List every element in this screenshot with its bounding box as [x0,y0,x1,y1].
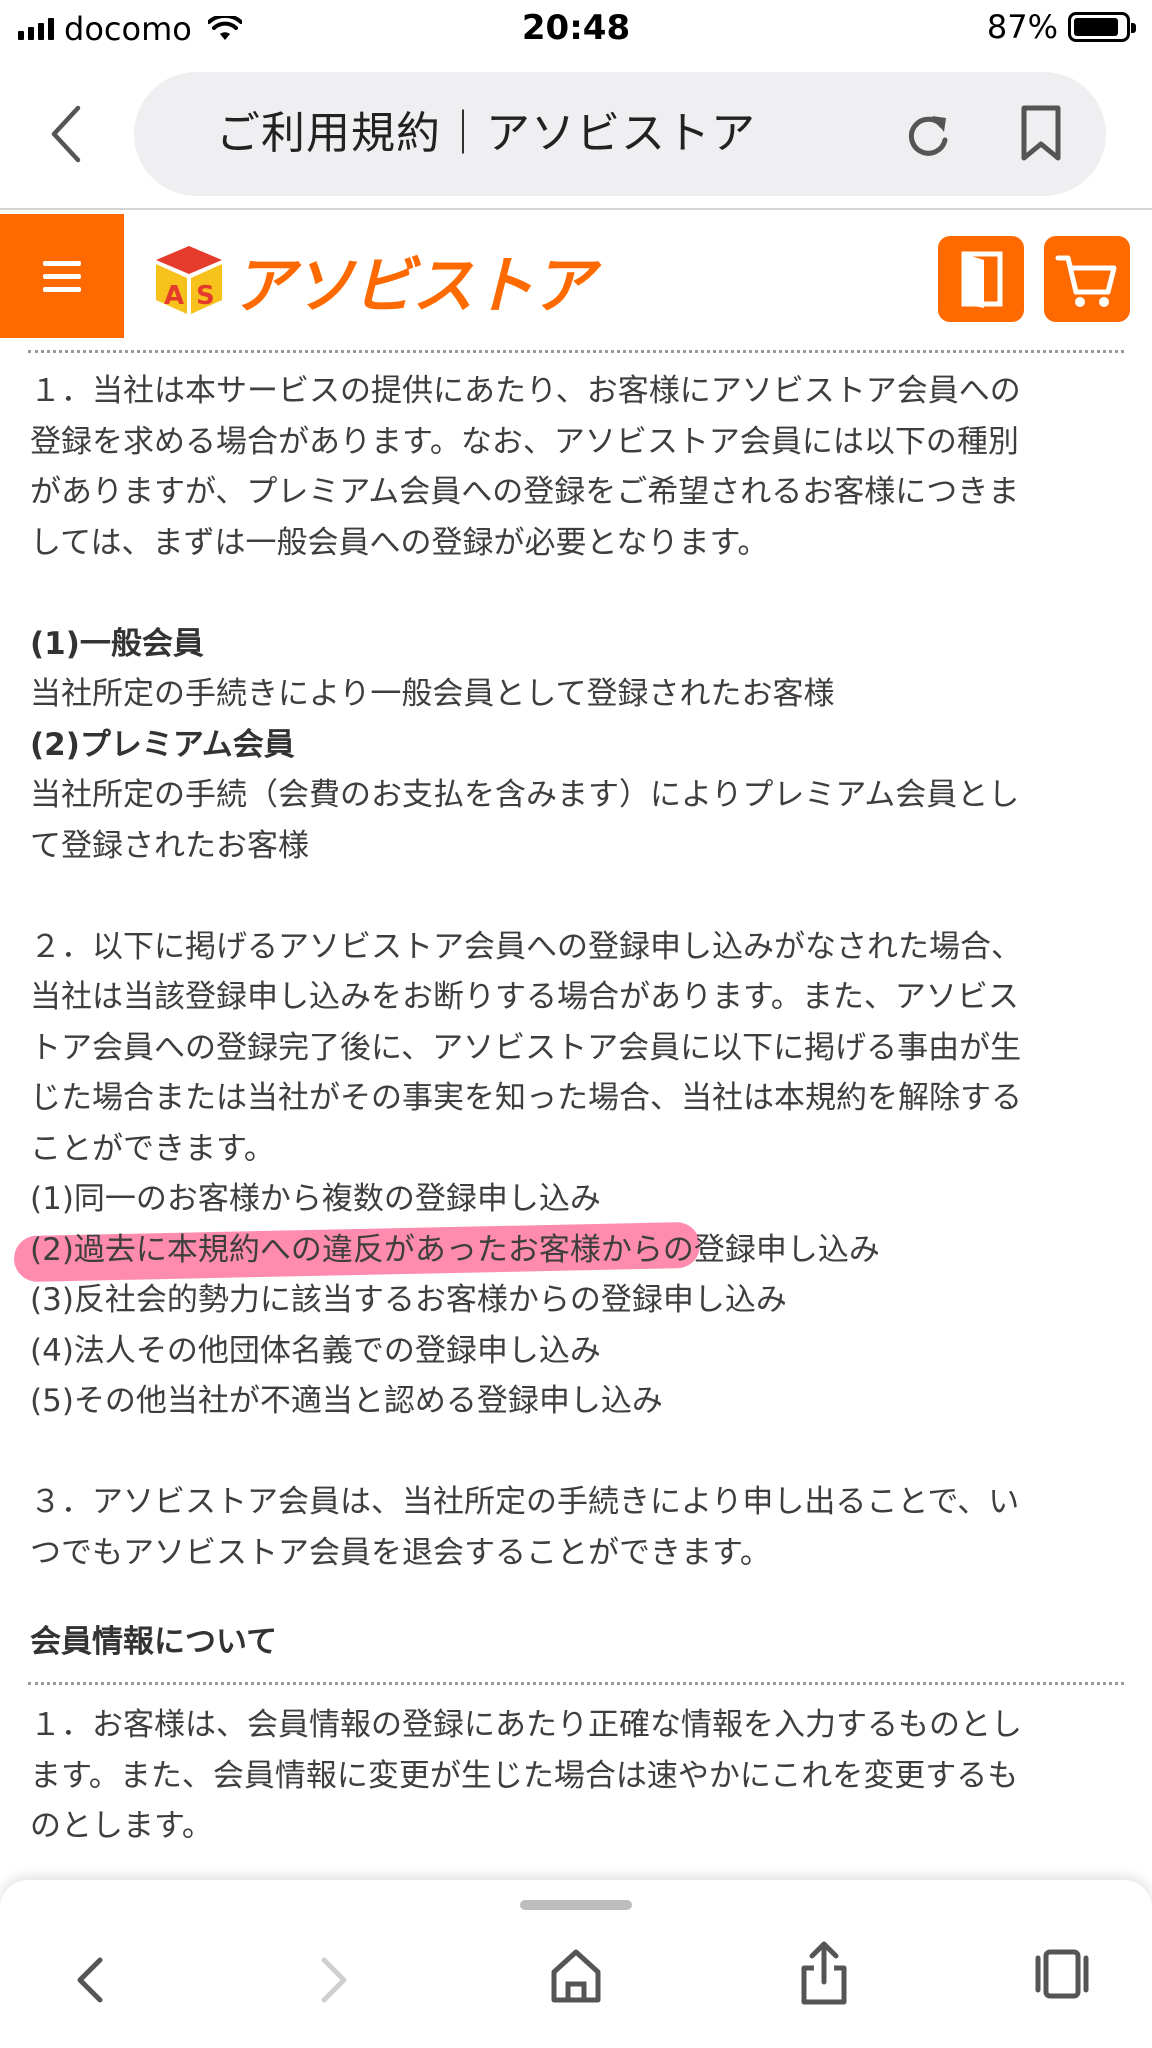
home-icon[interactable] [548,1946,604,2006]
browser-back-icon[interactable] [44,102,88,166]
share-icon[interactable] [798,1938,850,2008]
tabs-icon[interactable] [1032,1946,1092,2002]
reload-icon[interactable] [902,110,954,162]
premium-member-desc: て登録されたお客様 [30,827,309,864]
divider [28,350,1124,353]
general-member-title: (1)一般会員 [30,625,204,662]
terms-para2-line: トア会員への登録完了後に、アソビストア会員に以下に掲げる事由が生 [30,1029,1022,1066]
refusal-item: (4)法人その他団体名義での登録申し込み [30,1332,601,1369]
terms-para1-line: 登録を求める場合があります。なお、アソビストア会員には以下の種別 [30,423,1019,460]
terms-para2-line: 当社は当該登録申し込みをお断りする場合があります。また、アソビス [30,979,1019,1015]
terms-para1-line: がありますが、プレミアム会員への登録をご希望されるお客様につきま [30,474,1020,510]
member-info-line: のとします。 [30,1808,213,1844]
terms-para3-line: ３．アソビストア会員は、当社所定の手続きにより申し出ることで、い [30,1484,1020,1520]
site-logo[interactable]: A S アソビストア [150,242,594,322]
svg-text:A: A [164,281,184,311]
refusal-item-text: (2)過去に本規約への違反があったお客様からの登録申し込み [30,1231,880,1268]
battery-percent: 87% [986,8,1058,46]
logo-cube-icon: A S [156,246,222,314]
terms-para2-line: じた場合または当社がその事実を知った場合、当社は本規約を解除する [30,1080,1022,1116]
browser-toolbar [0,1880,1152,2048]
premium-member-desc: 当社所定の手続（会費のお支払を含みます）によりプレミアム会員とし [30,777,1020,813]
divider [28,1682,1124,1685]
door-icon [961,251,1003,308]
terms-para2-line: ことができます。 [30,1130,275,1167]
member-info-line: １．お客様は、会員情報の登録にあたり正確な情報を入力するものとし [30,1707,1022,1743]
page-title: ご利用規約｜アソビストア [216,108,756,159]
bookmark-icon[interactable] [1018,104,1064,162]
refusal-item: (3)反社会的勢力に該当するお客様からの登録申し込み [30,1282,787,1318]
terms-para2-line: ２．以下に掲げるアソビストア会員への登録申し込みがなされた場合、 [30,928,1022,965]
logo-text: アソビストア [232,249,594,322]
premium-member-title: (2)プレミアム会員 [30,726,295,763]
forward-icon[interactable] [314,1952,354,2008]
refusal-item-highlighted: (2)過去に本規約への違反があったお客様からの登録申し込み [13,1221,1130,1282]
refusal-item: (5)その他当社が不適当と認める登録申し込み [30,1383,663,1419]
section-title-member-info: 会員情報について [30,1624,278,1660]
site-header: A S アソビストア [0,212,1152,340]
general-member-desc: 当社所定の手続きにより一般会員として登録されたお客様 [30,676,835,712]
member-info-line: ます。また、会員情報に変更が生じた場合は速やかにこれを変更するも [30,1757,1019,1794]
refusal-item: (1)同一のお客様から複数の登録申し込み [30,1181,601,1217]
cart-button[interactable] [1044,236,1130,322]
terms-para1-line: しては、まずは一般会員への登録が必要となります。 [30,524,769,561]
terms-para1-line: １．当社は本サービスの提供にあたり、お客様にアソビストア会員への [30,373,1021,409]
back-icon[interactable] [70,1952,110,2008]
terms-para3-line: つでもアソビストア会員を退会することができます。 [30,1534,771,1571]
login-button[interactable] [938,236,1024,322]
hamburger-menu-button[interactable] [0,214,124,338]
browser-address-bar: ご利用規約｜アソビストア [0,58,1152,210]
terms-content: １．当社は本サービスの提供にあたり、お客様にアソビストア会員への 登録を求める場… [13,366,1130,1578]
battery-icon [1068,12,1136,42]
cart-icon [1055,255,1117,307]
grabber-handle[interactable] [520,1900,632,1910]
svg-text:S: S [196,281,215,311]
url-field[interactable]: ご利用規約｜アソビストア [134,72,1106,196]
clock: 20:48 [521,8,631,48]
member-info-content: １．お客様は、会員情報の登録にあたり正確な情報を入力するものとし ます。また、会… [30,1700,1130,1852]
status-bar: docomo 20:48 87% [0,0,1152,58]
